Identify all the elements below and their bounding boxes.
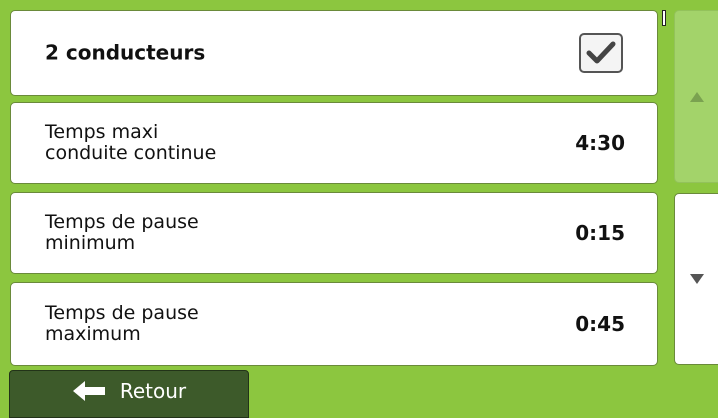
setting-label: 2 conducteurs xyxy=(45,40,206,65)
scroll-down-button[interactable] xyxy=(674,193,718,365)
setting-value: 4:30 xyxy=(575,131,625,155)
back-button-label: Retour xyxy=(119,379,187,403)
setting-row-max-continuous-driving[interactable]: Temps maxi conduite continue 4:30 xyxy=(10,102,658,184)
setting-row-two-drivers[interactable]: 2 conducteurs xyxy=(10,10,658,96)
setting-row-min-break[interactable]: Temps de pause minimum 0:15 xyxy=(10,192,658,274)
setting-label: Temps de pause maximum xyxy=(45,302,199,345)
setting-label: Temps maxi conduite continue xyxy=(45,121,217,164)
setting-label: Temps de pause minimum xyxy=(45,211,199,254)
setting-row-max-break[interactable]: Temps de pause maximum 0:45 xyxy=(10,282,658,366)
triangle-down-icon xyxy=(690,274,704,284)
scroll-position-indicator xyxy=(662,10,666,26)
back-button[interactable]: Retour xyxy=(9,370,249,418)
triangle-up-icon xyxy=(690,91,704,102)
setting-value: 0:45 xyxy=(575,312,625,336)
two-drivers-checkbox[interactable] xyxy=(579,33,623,73)
setting-value: 0:15 xyxy=(575,221,625,245)
checkmark-icon xyxy=(586,41,616,64)
arrow-left-icon xyxy=(72,381,105,401)
scroll-up-button[interactable] xyxy=(674,10,718,183)
